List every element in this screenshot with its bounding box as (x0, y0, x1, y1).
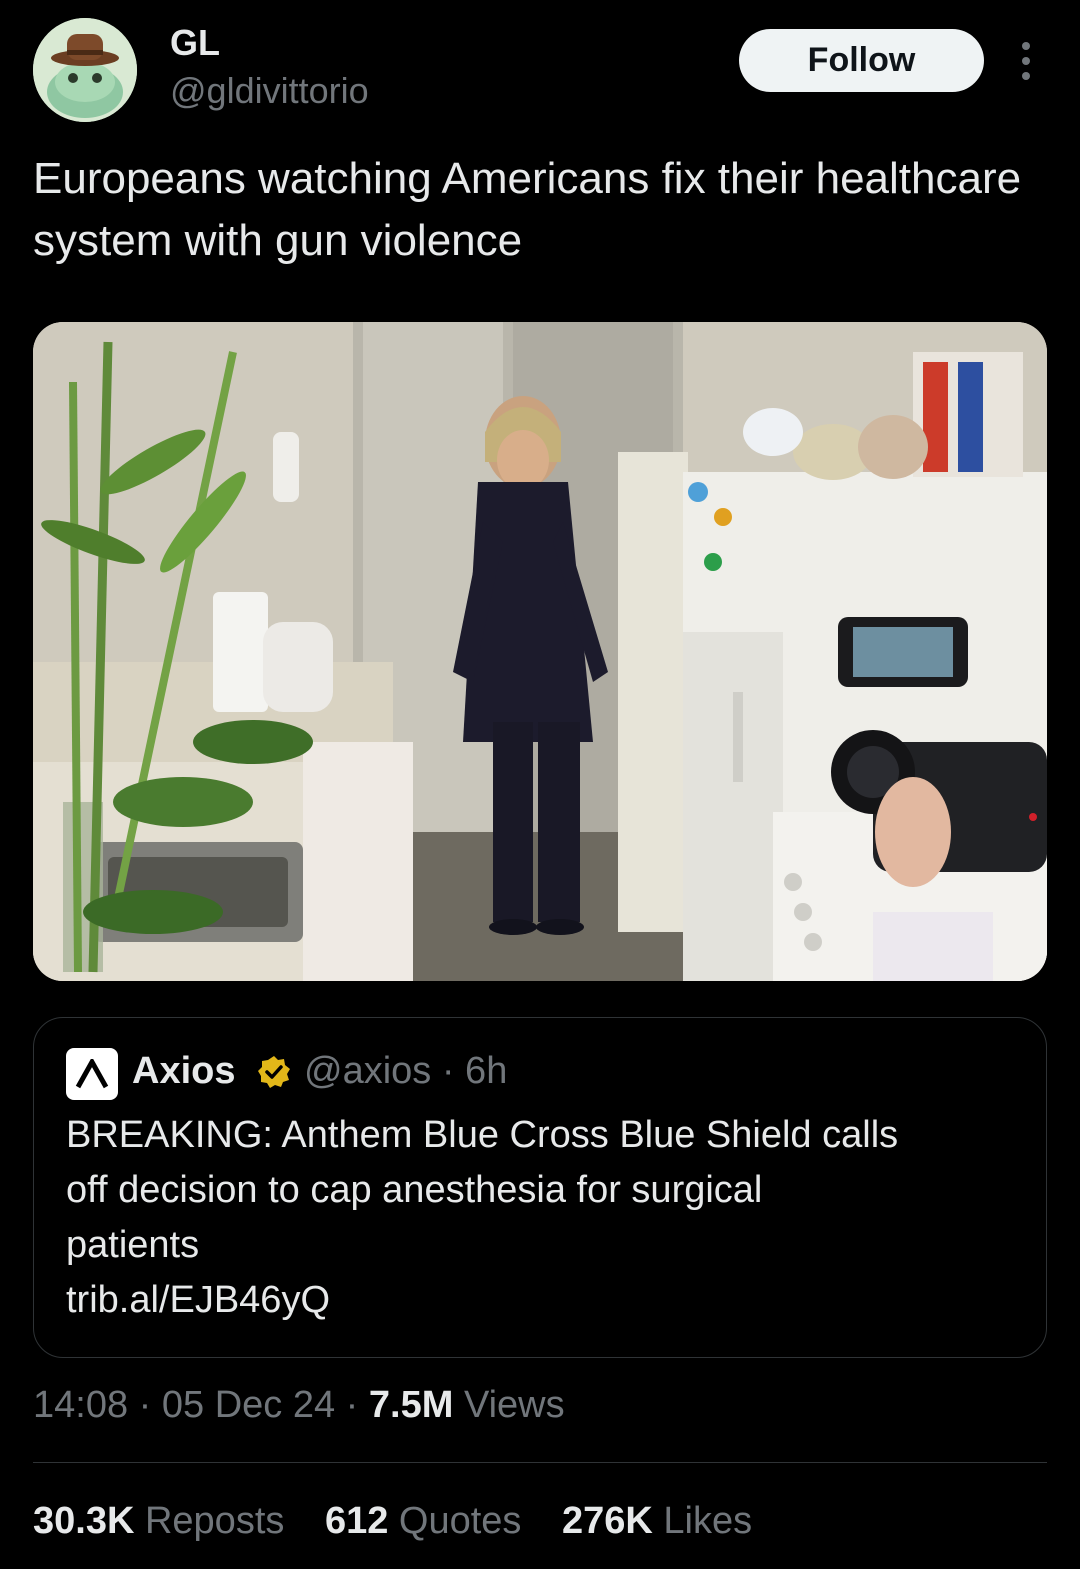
quoted-link[interactable]: trib.al/EJB46yQ (66, 1273, 1016, 1328)
reposts-stat[interactable]: 30.3K Reposts (33, 1500, 284, 1542)
divider (33, 1462, 1047, 1463)
avatar[interactable] (33, 18, 137, 122)
quoted-text-line: BREAKING: Anthem Blue Cross Blue Shield … (66, 1114, 899, 1156)
kitchen-photo (33, 322, 1047, 981)
separator: · (345, 1384, 369, 1426)
likes-stat[interactable]: 276K Likes (562, 1500, 752, 1542)
tweet-date[interactable]: 05 Dec 24 (162, 1384, 335, 1426)
quoted-text-line: off decision to cap anesthesia for surgi… (66, 1169, 763, 1211)
follow-button[interactable]: Follow (739, 29, 984, 92)
likes-label: Likes (663, 1500, 753, 1542)
tweet-text: Europeans watching Americans fix their h… (33, 154, 1022, 265)
author-display-name[interactable]: GL (170, 22, 220, 64)
quotes-label: Quotes (398, 1500, 522, 1542)
tweet-time[interactable]: 14:08 (33, 1384, 128, 1426)
engagement-stats: 30.3K Reposts 612 Quotes 276K Likes (33, 1500, 782, 1543)
tweet-media-image[interactable] (33, 322, 1047, 981)
separator: · (138, 1384, 162, 1426)
axios-logo-icon (66, 1048, 118, 1100)
reposts-label: Reposts (144, 1500, 285, 1542)
quoted-text: BREAKING: Anthem Blue Cross Blue Shield … (66, 1108, 1016, 1328)
likes-count: 276K (562, 1500, 653, 1542)
more-options-icon[interactable] (1008, 38, 1044, 84)
views-count: 7.5M (368, 1384, 454, 1426)
verified-badge-icon (256, 1054, 292, 1095)
reposts-count: 30.3K (33, 1500, 135, 1542)
quotes-count: 612 (324, 1500, 389, 1542)
quoted-author-name: Axios (132, 1050, 236, 1092)
quoted-handle-time: @axios · 6h (304, 1050, 508, 1092)
frog-avatar-icon (33, 18, 137, 122)
views-label: Views (463, 1384, 565, 1426)
quoted-tweet[interactable]: Axios @axios · 6h BREAKING: Anthem Blue … (33, 1017, 1047, 1358)
quotes-stat[interactable]: 612 Quotes (325, 1500, 522, 1542)
quoted-text-line: patients (66, 1224, 200, 1266)
tweet-meta: 14:08 · 05 Dec 24 · 7.5M Views (33, 1384, 565, 1427)
author-handle[interactable]: @gldivittorio (170, 70, 369, 112)
